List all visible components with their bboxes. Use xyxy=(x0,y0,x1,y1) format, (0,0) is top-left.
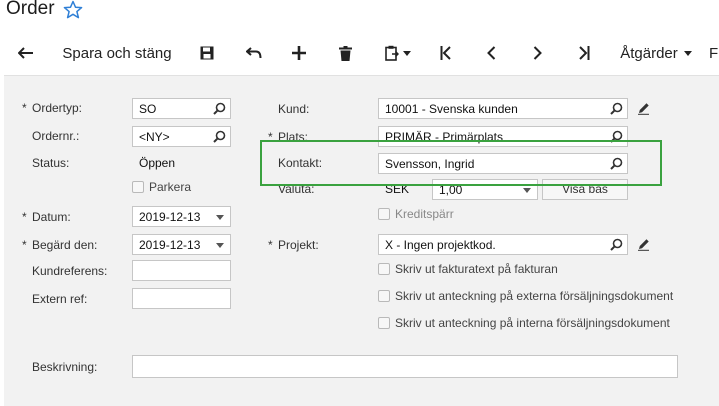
ordernr-field[interactable]: <NY> xyxy=(132,126,231,147)
kreditsparr-checkbox[interactable] xyxy=(378,208,390,220)
print-internal-note-label: Skriv ut anteckning på interna försäljni… xyxy=(395,316,670,330)
chevron-left-icon xyxy=(486,46,495,60)
next-record-button[interactable] xyxy=(525,31,549,75)
ordertyp-value: SO xyxy=(139,102,157,116)
print-external-note-label: Skriv ut anteckning på externa försäljni… xyxy=(395,289,674,303)
search-icon[interactable] xyxy=(610,238,623,251)
clipboard-icon xyxy=(385,45,399,61)
delete-button[interactable] xyxy=(333,31,357,75)
plus-icon xyxy=(292,46,306,60)
last-record-button[interactable] xyxy=(572,31,596,75)
datum-field[interactable]: 2019-12-13 xyxy=(132,206,231,227)
ordertyp-label: Ordertyp: xyxy=(32,101,83,115)
beskrivning-label: Beskrivning: xyxy=(32,360,98,374)
edit-pencil-icon[interactable] xyxy=(637,238,650,251)
projekt-field[interactable]: X - Ingen projektkod. xyxy=(378,234,628,255)
chevron-down-icon[interactable] xyxy=(216,243,224,248)
toolbar: Spara och stäng Åtgärder F xyxy=(0,31,719,75)
status-label: Status: xyxy=(32,156,70,170)
required-marker: * xyxy=(22,210,27,224)
required-marker: * xyxy=(22,101,27,115)
ordertyp-field[interactable]: SO xyxy=(132,98,231,119)
chevron-down-icon[interactable] xyxy=(523,188,531,193)
projekt-value: X - Ingen projektkod. xyxy=(385,238,496,252)
save-button[interactable] xyxy=(195,31,219,75)
search-icon[interactable] xyxy=(213,130,226,143)
kreditsparr-label: Kreditspärr xyxy=(395,207,454,221)
chevron-down-icon xyxy=(403,50,411,56)
save-close-button[interactable]: Spara och stäng xyxy=(58,31,176,75)
print-external-note-checkbox[interactable] xyxy=(378,290,390,302)
back-button[interactable] xyxy=(12,31,40,75)
extern-ref-label: Extern ref: xyxy=(32,292,88,306)
kund-field[interactable]: 10001 - Svenska kunden xyxy=(378,98,628,119)
parkera-checkbox[interactable] xyxy=(132,181,144,193)
clipboard-menu-button[interactable] xyxy=(378,31,418,75)
trash-icon xyxy=(338,45,352,61)
chevron-down-icon xyxy=(683,50,692,56)
chevron-right-icon xyxy=(533,46,542,60)
first-page-icon xyxy=(440,46,451,60)
save-icon xyxy=(200,46,214,60)
previous-record-button[interactable] xyxy=(479,31,503,75)
last-page-icon xyxy=(579,46,590,60)
search-icon[interactable] xyxy=(213,102,226,115)
back-arrow-icon xyxy=(18,47,33,59)
kundreferens-input[interactable] xyxy=(132,260,231,281)
required-marker: * xyxy=(22,238,27,252)
kund-value: 10001 - Svenska kunden xyxy=(385,102,518,116)
beskrivning-input[interactable] xyxy=(132,355,678,378)
print-invoice-text-checkbox[interactable] xyxy=(378,263,390,275)
edit-pencil-icon[interactable] xyxy=(637,102,650,115)
actions-menu-button[interactable]: Åtgärder xyxy=(618,31,694,75)
extern-ref-input[interactable] xyxy=(132,288,231,309)
search-icon[interactable] xyxy=(610,102,623,115)
kundreferens-label: Kundreferens: xyxy=(32,264,108,278)
actions-menu-label: Åtgärder xyxy=(620,44,678,62)
ordernr-label: Ordernr.: xyxy=(32,129,80,143)
required-marker: * xyxy=(268,238,273,252)
status-value: Öppen xyxy=(139,156,176,170)
print-internal-note-checkbox[interactable] xyxy=(378,317,390,329)
datum-value: 2019-12-13 xyxy=(139,210,201,224)
datum-label: Datum: xyxy=(32,210,71,224)
parkera-label: Parkera xyxy=(149,180,192,194)
chevron-down-icon[interactable] xyxy=(216,215,224,220)
begard-den-field[interactable]: 2019-12-13 xyxy=(132,234,231,255)
begard-den-label: Begärd den: xyxy=(32,238,98,252)
first-record-button[interactable] xyxy=(434,31,458,75)
projekt-label: Projekt: xyxy=(278,238,319,252)
print-invoice-text-label: Skriv ut fakturatext på fakturan xyxy=(395,262,558,276)
undo-icon xyxy=(246,47,262,59)
kund-label: Kund: xyxy=(278,102,310,116)
page-title: Order xyxy=(6,0,55,19)
begard-den-value: 2019-12-13 xyxy=(139,238,201,252)
undo-button[interactable] xyxy=(242,31,266,75)
favorite-star-icon[interactable] xyxy=(63,0,83,20)
ordernr-value: <NY> xyxy=(139,130,170,144)
add-button[interactable] xyxy=(287,31,311,75)
overflow-menu-button[interactable]: F xyxy=(709,31,719,75)
kontakt-highlight-box xyxy=(260,140,662,186)
